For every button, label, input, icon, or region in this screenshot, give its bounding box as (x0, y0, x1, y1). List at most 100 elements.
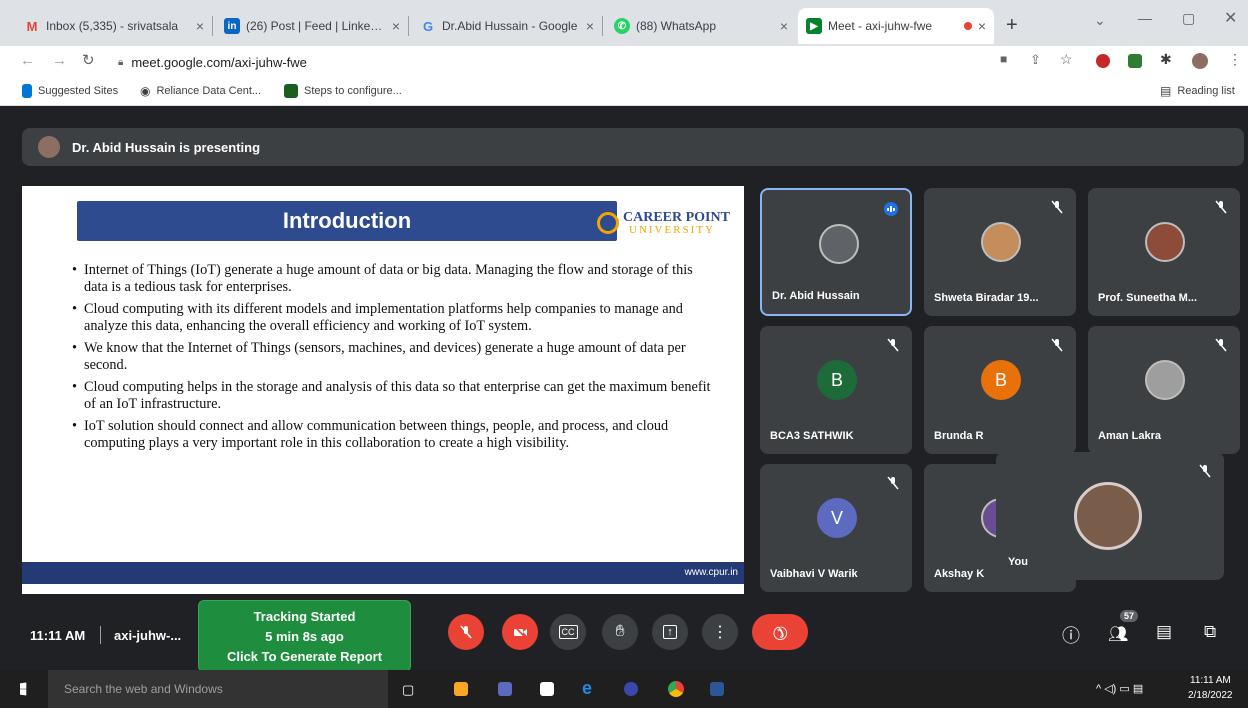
mic-toggle-button[interactable] (448, 614, 484, 650)
window-close-button[interactable]: ✕ (1224, 8, 1237, 28)
leave-call-button[interactable]: ✆ (752, 614, 808, 650)
participant-avatar: B (817, 360, 857, 400)
slide-bullet: We know that the Internet of Things (sen… (72, 340, 712, 374)
teams-icon[interactable] (498, 682, 512, 696)
captions-button[interactable]: CC (550, 614, 586, 650)
bookmark-reliance[interactable]: ◉ Reliance Data Cent... (140, 84, 261, 98)
mic-off-icon (887, 338, 899, 352)
edge-icon[interactable]: e (582, 678, 592, 699)
meeting-code: axi-juhw-... (114, 628, 182, 643)
tab-gmail[interactable]: M Inbox (5,335) - srivatsala × (16, 8, 212, 44)
recording-dot-icon (963, 22, 972, 30)
close-icon[interactable]: × (780, 18, 788, 34)
google-icon: G (422, 18, 434, 34)
presentation-slide: Introduction CAREER POINT UNIVERSITY Int… (22, 186, 744, 594)
windows-start-icon[interactable] (20, 682, 27, 696)
captions-icon: CC (558, 625, 578, 639)
self-view-tile[interactable]: You (996, 452, 1224, 580)
meeting-info-button[interactable]: ⓘ (1062, 622, 1080, 648)
minimize-button[interactable]: — (1138, 10, 1152, 26)
close-icon[interactable]: × (586, 18, 594, 34)
maximize-button[interactable]: ▢ (1182, 10, 1195, 27)
slide-bullet: Cloud computing helps in the storage and… (72, 379, 712, 413)
tab-whatsapp[interactable]: ✆ (88) WhatsApp × (606, 8, 796, 44)
participant-avatar (819, 224, 859, 264)
extension-icon[interactable] (1096, 54, 1110, 68)
participant-name: Akshay K (934, 568, 985, 580)
tab-search-icon[interactable]: ⌄ (1094, 12, 1106, 29)
more-options-button[interactable]: ⋮ (702, 614, 738, 650)
tab-linkedin[interactable]: in (26) Post | Feed | LinkedIn × (216, 8, 408, 44)
whatsapp-icon: ✆ (614, 18, 630, 34)
participant-tile[interactable]: B Brunda R (924, 326, 1076, 454)
close-icon[interactable]: × (196, 18, 204, 34)
participant-name: Aman Lakra (1098, 430, 1161, 442)
participant-name: Shweta Biradar 19... (934, 292, 1039, 304)
chat-icon: ▤ (1156, 622, 1173, 641)
back-icon[interactable]: ← (20, 52, 35, 69)
participant-tile[interactable]: Shweta Biradar 19... (924, 188, 1076, 316)
logo-emblem-icon (597, 212, 619, 234)
extension-check-icon[interactable] (1128, 54, 1142, 68)
word-icon[interactable] (710, 682, 724, 696)
mic-off-icon (460, 625, 472, 639)
reload-icon[interactable]: ↻ (82, 51, 95, 69)
share-icon[interactable]: ⇪ (1030, 52, 1041, 68)
tab-meet[interactable]: ▶ Meet - axi-juhw-fwe × (798, 8, 994, 44)
people-button[interactable]: 👥︎ 57 (1108, 610, 1139, 644)
activities-button[interactable]: ⧉ (1204, 622, 1216, 642)
profile-avatar[interactable] (1192, 53, 1208, 69)
participant-tile[interactable]: Prof. Suneetha M... (1088, 188, 1240, 316)
bookmark-star-icon[interactable]: ☆ (1060, 51, 1073, 68)
bookmark-suggested-sites[interactable]: Suggested Sites (22, 84, 118, 98)
slide-bullet-list: Internet of Things (IoT) generate a huge… (72, 262, 712, 457)
reading-list-button[interactable]: ▤ Reading list (1160, 84, 1235, 98)
store-icon[interactable] (540, 682, 554, 696)
menu-kebab-icon[interactable]: ⋮ (1228, 51, 1242, 68)
participant-avatar (1145, 360, 1185, 400)
app-icon[interactable] (624, 682, 638, 696)
participant-tile[interactable]: Aman Lakra (1088, 326, 1240, 454)
bookmark-steps[interactable]: Steps to configure... (284, 84, 402, 98)
meeting-time: 11:11 AM (30, 628, 86, 643)
extensions-puzzle-icon[interactable]: ✱ (1160, 51, 1172, 68)
hand-icon: ✋︎ (615, 623, 625, 640)
participant-tile[interactable]: V Vaibhavi V Warik (760, 464, 912, 592)
participant-avatar: V (817, 498, 857, 538)
participant-tile[interactable]: B BCA3 SATHWIK (760, 326, 912, 454)
participant-tile[interactable]: Dr. Abid Hussain (760, 188, 912, 316)
address-bar[interactable]: 🔒︎ meet.google.com/axi-juhw-fwe (110, 50, 810, 74)
raise-hand-button[interactable]: ✋︎ (602, 614, 638, 650)
slide-footer: www.cpur.in (22, 562, 744, 584)
forward-icon[interactable]: → (52, 52, 67, 69)
camera-icon[interactable]: ■ (1000, 52, 1007, 66)
tracking-report-button[interactable]: Tracking Started 5 min 8s ago Click To G… (198, 600, 411, 672)
presenting-banner: Dr. Abid Hussain is presenting (22, 128, 1244, 166)
mic-off-icon (1215, 200, 1227, 214)
task-view-icon[interactable]: ▢ (402, 682, 414, 698)
linkedin-icon: in (224, 18, 240, 34)
reading-list-icon: ▤ (1160, 84, 1172, 98)
participant-avatar (981, 222, 1021, 262)
chat-button[interactable]: ▤ (1156, 622, 1172, 642)
new-tab-button[interactable]: + (1006, 14, 1018, 37)
bookmarks-bar: Suggested Sites ◉ Reliance Data Cent... … (0, 78, 1248, 106)
chrome-icon[interactable] (668, 681, 684, 697)
close-icon[interactable]: × (978, 18, 986, 34)
taskbar-search-box[interactable]: Search the web and Windows (48, 670, 388, 708)
close-icon[interactable]: × (392, 18, 400, 34)
mic-off-icon (1051, 200, 1063, 214)
participant-name: Prof. Suneetha M... (1098, 292, 1198, 304)
camera-toggle-button[interactable] (502, 614, 538, 650)
present-screen-button[interactable]: ↑ (652, 614, 688, 650)
system-tray-icons[interactable]: ^ ◁) ▭ ▤ (1096, 682, 1143, 695)
info-icon: ⓘ (1062, 626, 1080, 646)
participant-name: Vaibhavi V Warik (770, 568, 858, 580)
slide-bullet: Internet of Things (IoT) generate a huge… (72, 262, 712, 296)
url-text: meet.google.com/axi-juhw-fwe (131, 54, 307, 70)
mic-off-icon (1051, 338, 1063, 352)
speaking-indicator-icon (884, 202, 898, 216)
file-explorer-icon[interactable] (454, 682, 468, 696)
tab-google-search[interactable]: G Dr.Abid Hussain - Google × (412, 8, 602, 44)
globe-icon: ◉ (140, 84, 151, 98)
